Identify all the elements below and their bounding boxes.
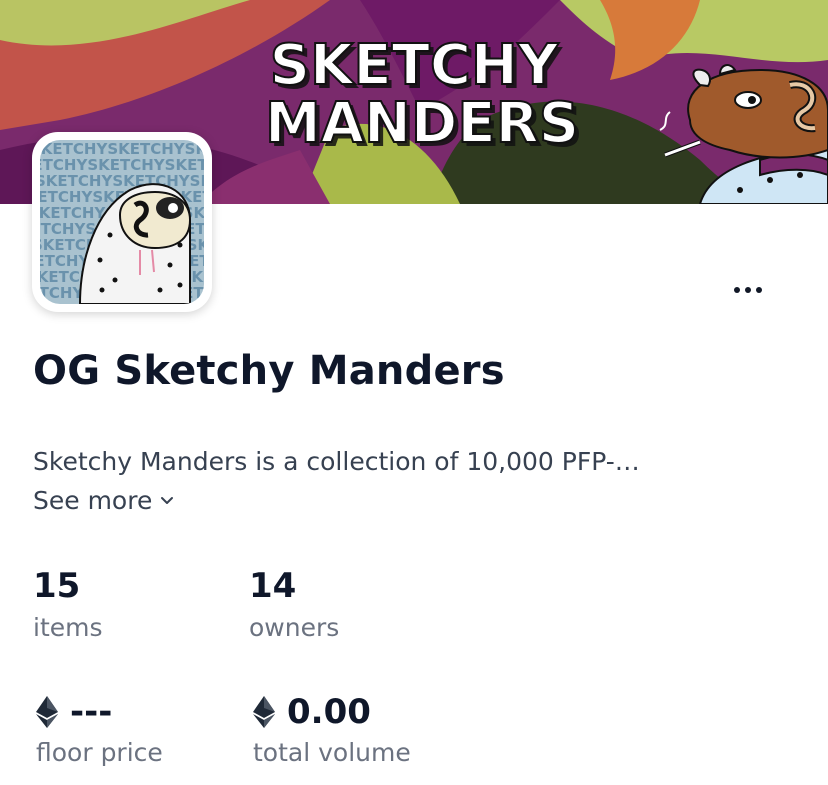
floor-price-value-row: --- <box>36 692 112 732</box>
items-label: items <box>33 613 103 642</box>
floor-price-label: floor price <box>36 738 163 767</box>
collection-avatar: SKETCHYSKETCHYSKETCHY SKETCHYSKETCHYSKET… <box>32 132 212 312</box>
collection-description: Sketchy Manders is a collection of 10,00… <box>33 447 640 476</box>
total-volume-value-row: 0.00 <box>253 692 371 732</box>
more-dot-icon <box>734 287 740 293</box>
see-more-label: See more <box>33 486 153 515</box>
collection-title: OG Sketchy Manders <box>33 348 505 394</box>
ethereum-icon <box>253 696 275 728</box>
see-more-button[interactable]: See more <box>33 486 174 515</box>
total-volume-label: total volume <box>253 738 411 767</box>
more-dot-icon <box>756 287 762 293</box>
owners-label: owners <box>249 613 340 642</box>
ethereum-icon <box>36 696 58 728</box>
banner-title-line1: SKETCHY <box>270 33 560 98</box>
banner-title-line2: MANDERS <box>265 91 579 156</box>
owners-count: 14 <box>249 566 297 606</box>
more-dot-icon <box>745 287 751 293</box>
more-options-button[interactable] <box>722 276 774 304</box>
floor-price-value: --- <box>70 692 113 732</box>
items-count: 15 <box>33 566 81 606</box>
total-volume-value: 0.00 <box>287 692 371 732</box>
avatar-artwork: SKETCHYSKETCHYSKETCHY SKETCHYSKETCHYSKET… <box>40 140 204 304</box>
chevron-down-icon <box>161 496 174 504</box>
